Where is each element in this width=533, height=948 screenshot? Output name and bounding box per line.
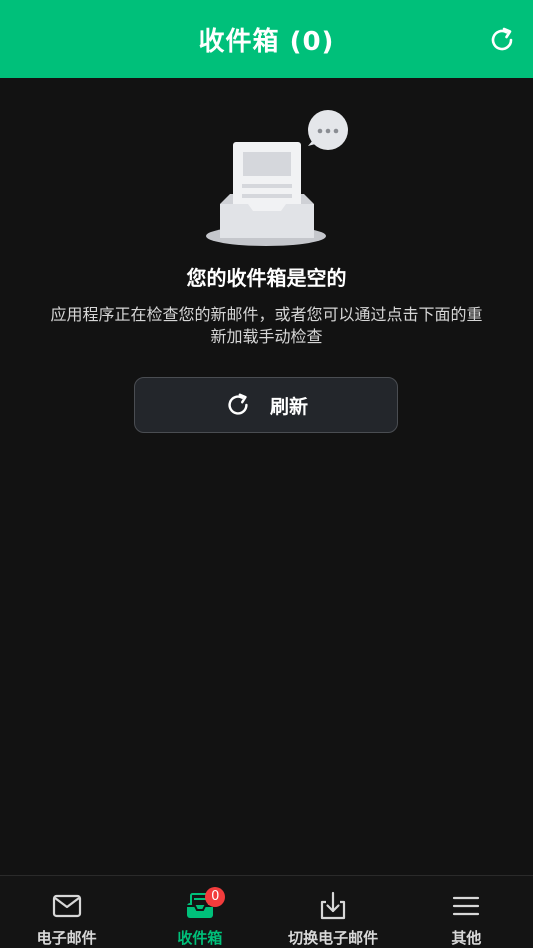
app-root: 收件箱 (0) 您的收件箱是空的 应用程序正在检查您的新邮件，或者您可以通过点击… [0, 0, 533, 948]
empty-state-description: 应用程序正在检查您的新邮件，或者您可以通过点击下面的重新加载手动检查 [50, 305, 483, 346]
nav-item-inbox[interactable]: 0 收件箱 [133, 876, 266, 948]
bottom-navigation: 电子邮件 0 收件箱 切换电子邮件 其他 [0, 875, 533, 948]
refresh-icon[interactable] [487, 25, 517, 55]
nav-label-more: 其他 [451, 929, 482, 947]
download-icon [321, 891, 346, 920]
nav-item-more[interactable]: 其他 [400, 876, 533, 948]
inbox-count-badge: 0 [205, 887, 226, 907]
refresh-icon [228, 393, 248, 415]
mail-icon [52, 894, 81, 918]
nav-item-email[interactable]: 电子邮件 [0, 876, 133, 948]
nav-label-inbox: 收件箱 [177, 929, 223, 947]
nav-item-switch-email[interactable]: 切换电子邮件 [267, 876, 400, 948]
nav-label-switch-email: 切换电子邮件 [288, 929, 379, 947]
nav-label-email: 电子邮件 [36, 929, 97, 947]
empty-inbox-illustration-icon [206, 110, 348, 246]
page-title: 收件箱 (0) [198, 26, 335, 57]
refresh-button-label: 刷新 [269, 395, 308, 418]
app-header: 收件箱 (0) [0, 0, 533, 78]
refresh-button[interactable]: 刷新 [134, 377, 398, 433]
empty-state-title: 您的收件箱是空的 [186, 266, 347, 290]
menu-icon [453, 896, 480, 916]
